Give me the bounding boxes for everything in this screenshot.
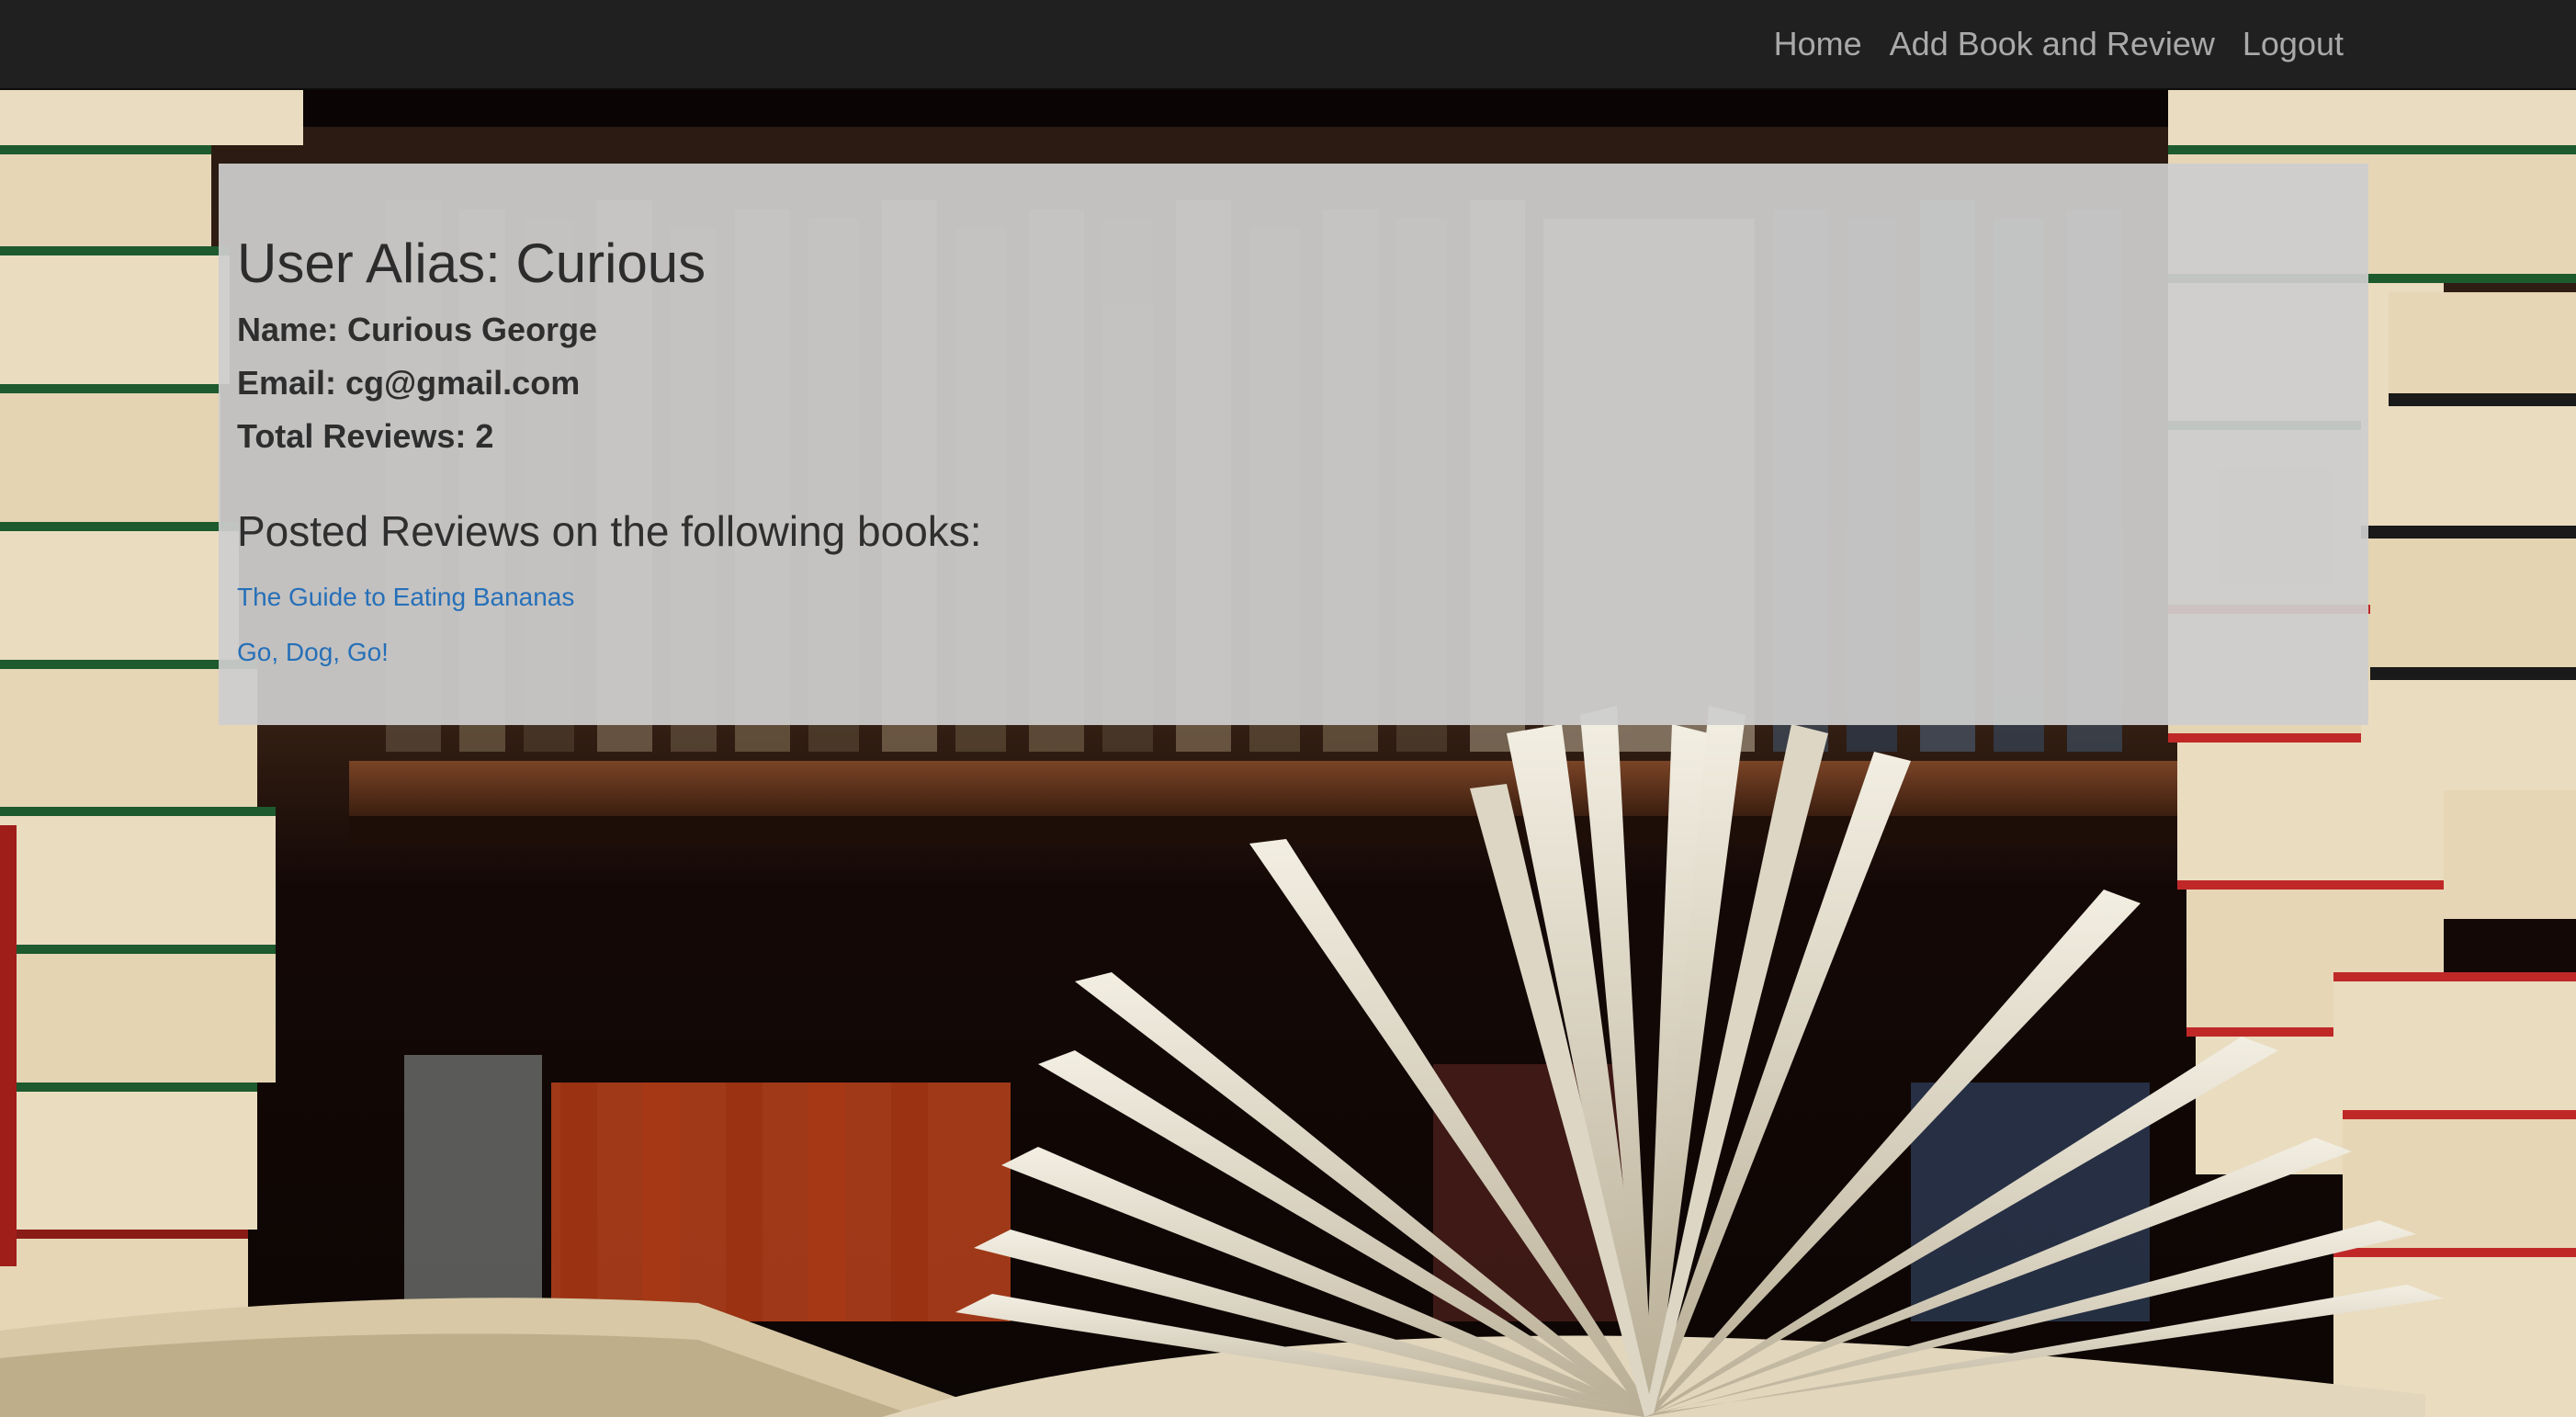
nav-add-book-review-link[interactable]: Add Book and Review <box>1890 25 2215 63</box>
user-name-text: Name: Curious George <box>237 311 598 348</box>
reviewed-books-list: The Guide to Eating Bananas Go, Dog, Go! <box>237 570 2368 680</box>
nav-home-link[interactable]: Home <box>1774 25 1862 63</box>
top-navbar: Home Add Book and Review Logout <box>0 0 2576 90</box>
book-link-guide-to-eating-bananas[interactable]: The Guide to Eating Bananas <box>237 570 2368 625</box>
total-reviews-text: Total Reviews: 2 <box>237 417 494 455</box>
nav-logout-link[interactable]: Logout <box>2243 25 2344 63</box>
user-alias-heading: User Alias: Curious <box>237 232 706 294</box>
nav-links: Home Add Book and Review Logout <box>1774 0 2344 88</box>
book-link-go-dog-go[interactable]: Go, Dog, Go! <box>237 625 2368 680</box>
user-profile-panel: User Alias: Curious Name: Curious George… <box>219 164 2368 725</box>
posted-reviews-heading: Posted Reviews on the following books: <box>237 507 982 555</box>
user-email-text: Email: cg@gmail.com <box>237 364 581 402</box>
